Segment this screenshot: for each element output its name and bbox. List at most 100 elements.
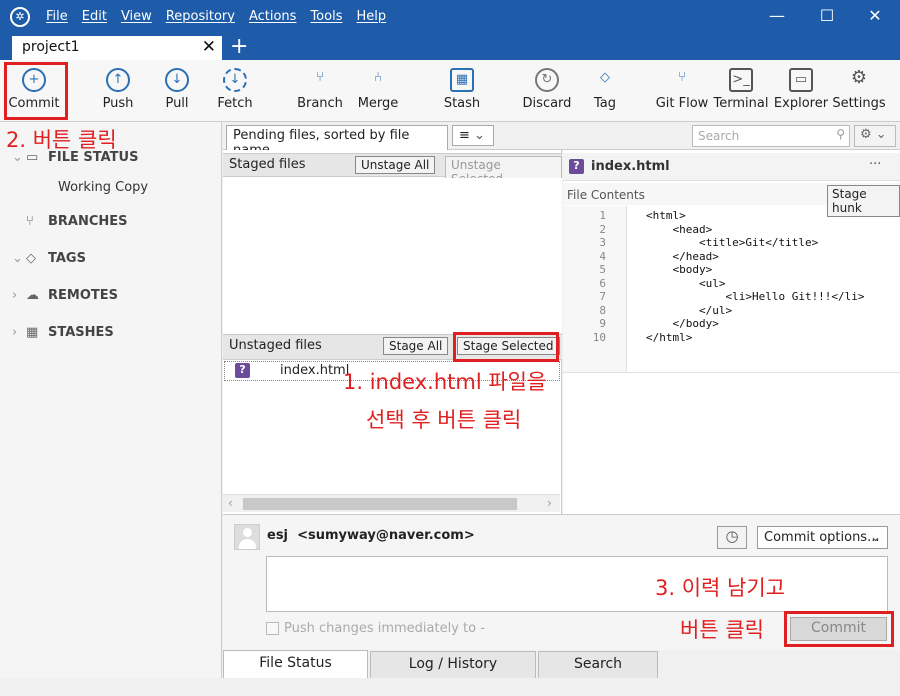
sidebar-branches[interactable]: ⑂ BRANCHES — [12, 214, 128, 229]
title-bar: ✲ File Edit View Repository Actions Tool… — [0, 0, 900, 34]
diff-divider — [563, 372, 900, 373]
push-immediately-checkbox[interactable] — [266, 622, 279, 635]
stash-button[interactable]: ▦ Stash — [432, 68, 492, 111]
stash-icon: ▦ — [26, 325, 39, 340]
staged-header: Staged files Unstage All Unstage Selecte… — [223, 153, 562, 188]
branch-icon: ⑂ — [26, 214, 34, 229]
chevron-right-icon: › — [12, 325, 18, 340]
fetch-icon: ↓ — [223, 68, 247, 92]
push-immediately-label: Push changes immediately to - — [284, 621, 485, 636]
menu-edit[interactable]: Edit — [82, 9, 107, 24]
code-line: </body> — [646, 317, 719, 330]
terminal-icon: >_ — [729, 68, 753, 92]
discard-button[interactable]: ↻ Discard — [517, 68, 577, 111]
line-number: 10 — [592, 330, 606, 344]
git-flow-icon: ⑂ — [678, 70, 686, 85]
unstage-all-button[interactable]: Unstage All — [355, 156, 436, 174]
tab-log-history[interactable]: Log / History — [370, 651, 536, 679]
sidebar-item-working-copy[interactable]: Working Copy — [58, 180, 148, 195]
tab-file-status[interactable]: File Status — [223, 650, 368, 678]
list-view-dropdown[interactable]: ≡ ⌄ — [452, 125, 494, 146]
line-number: 6 — [599, 276, 606, 290]
more-options-icon[interactable]: ··· — [869, 157, 881, 172]
sidebar-tags[interactable]: ⌄ ◇ TAGS — [12, 251, 86, 266]
push-button[interactable]: ↑ Push — [88, 68, 148, 111]
annotation-step1-line1: 1. index.html 파일을 — [343, 370, 547, 394]
list-icon: ≡ — [459, 128, 470, 143]
annotation-step2: 2. 버튼 클릭 — [6, 128, 117, 152]
menu-help[interactable]: Help — [356, 9, 386, 24]
maximize-button[interactable]: ☐ — [804, 6, 850, 25]
untracked-badge-icon: ? — [235, 363, 250, 378]
tab-search[interactable]: Search — [538, 651, 658, 679]
explorer-button[interactable]: ▭ Explorer — [771, 68, 831, 111]
gear-icon: ⚙ — [860, 127, 872, 142]
code-line: </html> — [646, 330, 693, 344]
scrollbar-thumb[interactable] — [243, 498, 517, 510]
tab-label: project1 — [22, 39, 80, 55]
pull-button[interactable]: ↓ Pull — [147, 68, 207, 111]
line-number: 3 — [599, 236, 606, 249]
terminal-button[interactable]: >_ Terminal — [711, 68, 771, 111]
tag-button[interactable]: ◇ Tag — [575, 68, 635, 111]
tab-strip: project1 ✕ + — [0, 34, 900, 60]
chevron-down-icon: ⌄ — [474, 128, 485, 143]
menu-tools[interactable]: Tools — [310, 9, 342, 24]
avatar-head-icon — [243, 528, 252, 537]
git-flow-button[interactable]: ⑂ Git Flow — [652, 68, 712, 111]
chevron-down-icon: ⌄ — [875, 127, 887, 142]
sidebar-remotes-label: REMOTES — [48, 288, 118, 303]
commit-options-label: Commit options... — [764, 530, 880, 545]
scroll-right-icon[interactable]: › — [547, 496, 552, 510]
line-number: 4 — [599, 249, 606, 263]
chevron-down-icon: ⌄ — [12, 251, 23, 266]
commit-message-input[interactable] — [266, 556, 888, 612]
commit-options-dropdown[interactable]: Commit options... ⌄ — [757, 526, 888, 549]
horizontal-scrollbar[interactable]: ‹ › — [223, 494, 560, 512]
diff-header: ? index.html ··· — [563, 153, 900, 181]
code-line: <title>Git</title> — [646, 236, 819, 249]
stash-label: Stash — [443, 96, 481, 111]
history-clock-icon[interactable]: ◷ — [717, 526, 747, 549]
stage-hunk-button[interactable]: Stage hunk — [827, 185, 900, 217]
merge-icon: ⑃ — [374, 70, 382, 85]
arrow-down-icon: ↓ — [165, 68, 189, 92]
scroll-left-icon[interactable]: ‹ — [228, 496, 233, 510]
menu-repository[interactable]: Repository — [166, 9, 235, 24]
view-options-button[interactable]: ⚙ ⌄ — [854, 125, 896, 147]
line-number: 5 — [599, 263, 606, 276]
annotation-box-commit-submit — [784, 611, 894, 647]
sidebar-stashes[interactable]: › ▦ STASHES — [12, 325, 114, 340]
discard-label: Discard — [522, 96, 572, 111]
menu-view[interactable]: View — [121, 9, 152, 24]
tab-project1[interactable]: project1 ✕ — [12, 36, 222, 60]
terminal-label: Terminal — [713, 96, 769, 111]
tag-icon: ◇ — [600, 70, 610, 85]
menu-actions[interactable]: Actions — [249, 9, 297, 24]
add-tab-icon[interactable]: + — [230, 34, 248, 59]
chevron-down-icon: ⌄ — [870, 530, 881, 545]
line-number: 7 — [599, 290, 606, 303]
branch-label: Branch — [297, 96, 343, 111]
explorer-label: Explorer — [773, 96, 829, 111]
search-input[interactable]: Search ⚲ — [692, 125, 850, 147]
sidebar-stashes-label: STASHES — [48, 325, 114, 340]
staged-header-label: Staged files — [229, 157, 306, 172]
diff-file-name: index.html — [591, 159, 670, 174]
branch-button[interactable]: ⑂ Branch — [290, 68, 350, 111]
fetch-button[interactable]: ↓ Fetch — [205, 68, 265, 111]
minimize-button[interactable]: — — [754, 6, 800, 25]
merge-button[interactable]: ⑃ Merge — [348, 68, 408, 111]
close-window-button[interactable]: ✕ — [852, 6, 898, 25]
stash-icon: ▦ — [450, 68, 474, 92]
staged-files-list[interactable] — [223, 178, 562, 333]
tab-close-icon[interactable]: ✕ — [202, 37, 216, 57]
settings-button[interactable]: ⚙ Settings — [829, 68, 889, 112]
sidebar-remotes[interactable]: › ☁ REMOTES — [12, 288, 118, 303]
tag-label: Tag — [593, 96, 616, 111]
menu-file[interactable]: File — [46, 9, 68, 24]
git-flow-label: Git Flow — [655, 96, 709, 111]
stage-all-button[interactable]: Stage All — [383, 337, 449, 355]
code-line: </head> — [646, 249, 719, 263]
tag-icon: ◇ — [26, 251, 36, 266]
